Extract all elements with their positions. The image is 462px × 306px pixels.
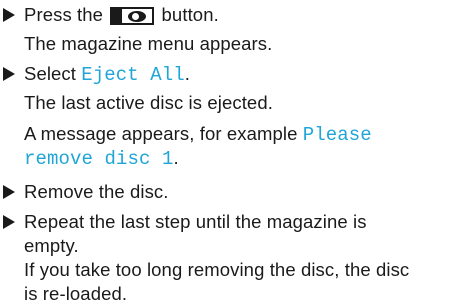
step-2-note-after: . [173, 147, 179, 168]
step-2-code: Eject All [81, 64, 185, 86]
step-2-result: The last active disc is ejected. [24, 92, 273, 113]
step-1-text-after: button. [161, 4, 219, 25]
step-2-note-line2: remove disc 1. [24, 146, 179, 171]
step-1-text-before: Press the [24, 4, 104, 25]
step-2-note-code-1: Please [302, 124, 372, 146]
step-1-result: The magazine menu appears. [24, 33, 273, 54]
step-2-text-before: Select [24, 63, 82, 84]
disc-button-icon [110, 7, 155, 25]
step-2-note-before: A message appears, for example [24, 123, 303, 144]
step-2-note-code-2: remove disc 1 [24, 148, 174, 170]
step-4-text-line2: empty. [24, 235, 79, 256]
step-4-text-line1: Repeat the last step until the magazine … [24, 211, 367, 232]
step-2-note-line1: A message appears, for example Please [24, 122, 372, 147]
instruction-document: Press the button. The magazine menu appe… [0, 0, 462, 305]
step-2-text-after: . [184, 63, 191, 84]
step-bullet-icon [3, 67, 15, 81]
step-bullet-icon [3, 8, 15, 22]
step-bullet-icon [3, 215, 15, 229]
step-bullet-icon [3, 185, 15, 199]
step-4-result-line2: is re-loaded. [24, 283, 128, 304]
step-3-text: Remove the disc. [24, 181, 169, 202]
step-4-result-line1: If you take too long removing the disc, … [24, 259, 410, 280]
step-1-text: Press the button. [24, 3, 219, 27]
step-2-text: Select Eject All. [24, 62, 190, 87]
